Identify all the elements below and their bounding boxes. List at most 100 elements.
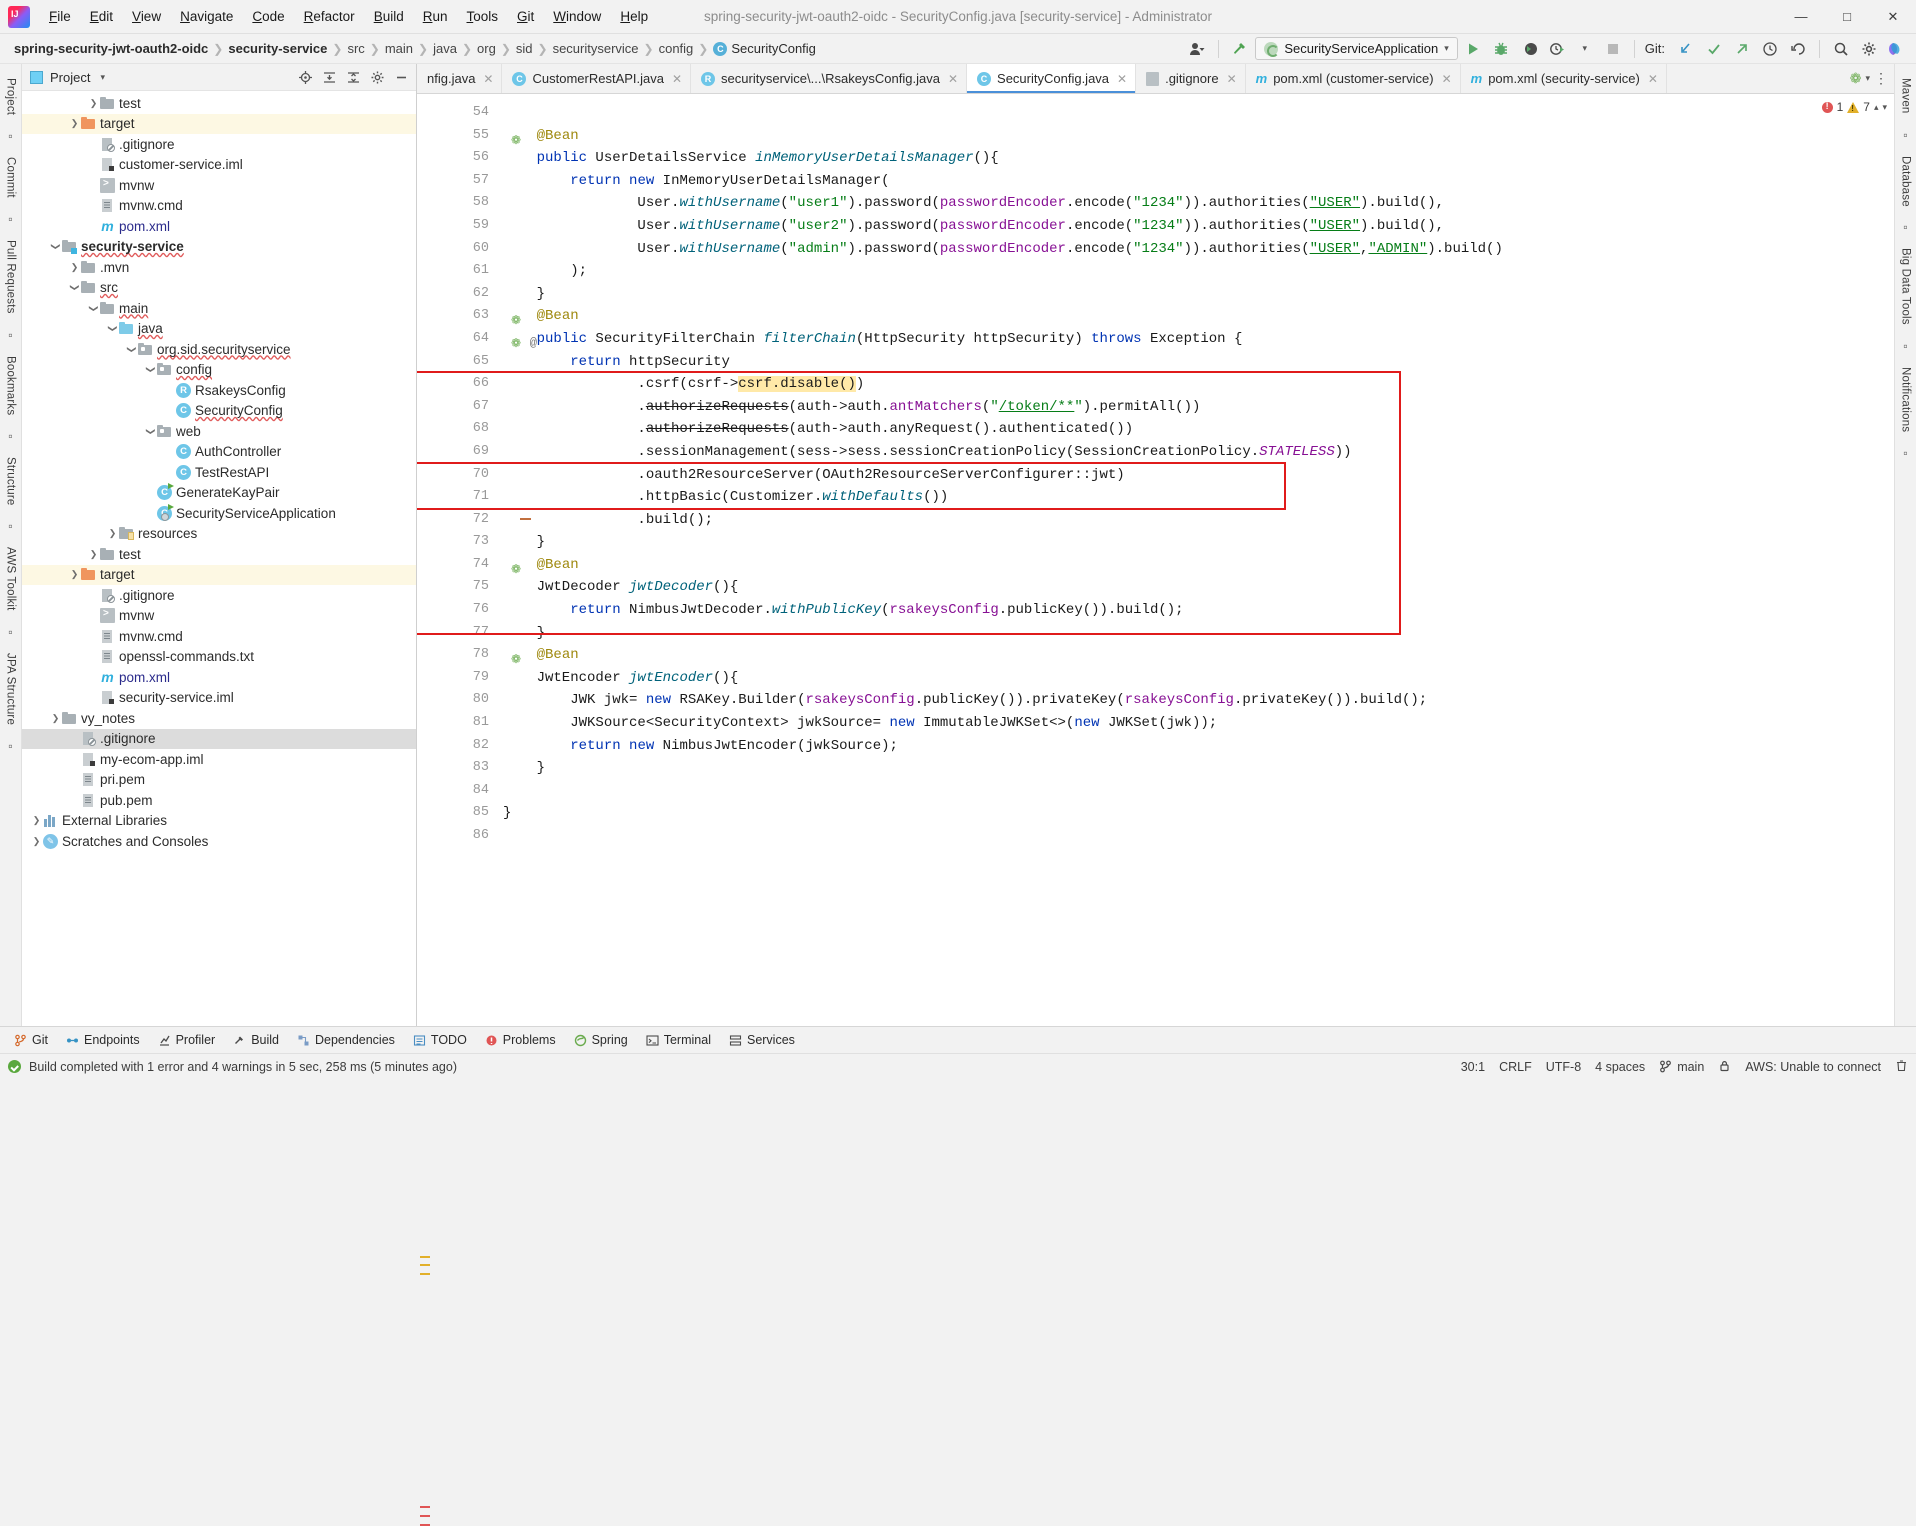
- tool-window-services[interactable]: Services: [721, 1030, 803, 1050]
- line-number[interactable]: 76: [417, 599, 497, 622]
- chevron-right-icon[interactable]: ❯: [68, 118, 81, 129]
- code-line[interactable]: }: [497, 802, 1894, 825]
- git-commit-icon[interactable]: [1701, 37, 1727, 61]
- hide-panel-icon[interactable]: [390, 66, 412, 88]
- breadcrumb-item-security-service[interactable]: security-service: [224, 39, 331, 58]
- line-number[interactable]: 81: [417, 712, 497, 735]
- code-line[interactable]: return httpSecurity: [497, 351, 1894, 374]
- line-number[interactable]: 56: [417, 147, 497, 170]
- menu-code[interactable]: Code: [243, 5, 293, 28]
- tree-node[interactable]: ❯ test: [22, 544, 416, 565]
- line-number[interactable]: 66: [417, 373, 497, 396]
- line-number[interactable]: 55 ❁: [417, 125, 521, 148]
- git-push-icon[interactable]: [1729, 37, 1755, 61]
- stop-icon[interactable]: [1600, 37, 1626, 61]
- line-number[interactable]: 63 ❁: [417, 305, 521, 328]
- chevron-down-icon[interactable]: ❯: [126, 343, 137, 356]
- tool-window-endpoints[interactable]: Endpoints: [58, 1030, 148, 1050]
- line-number[interactable]: 84: [417, 780, 497, 803]
- line-number[interactable]: 60: [417, 238, 497, 261]
- menu-tools[interactable]: Tools: [458, 5, 508, 28]
- breadcrumb-item-java[interactable]: java: [429, 39, 461, 58]
- menu-navigate[interactable]: Navigate: [171, 5, 242, 28]
- rail-item-project[interactable]: Project: [5, 70, 17, 123]
- editor-tab-securityconfig-java[interactable]: C SecurityConfig.java ✕: [967, 64, 1137, 93]
- editor-tab-customerrestapi-java[interactable]: C CustomerRestAPI.java ✕: [502, 64, 692, 93]
- editor-tab-nfig-java[interactable]: nfig.java ✕: [417, 64, 503, 93]
- code-line[interactable]: [497, 102, 1894, 125]
- run-icon[interactable]: [1460, 37, 1486, 61]
- breadcrumb-item-org[interactable]: org: [473, 39, 500, 58]
- tree-node[interactable]: mvnw.cmd: [22, 626, 416, 647]
- code-line[interactable]: }: [497, 757, 1894, 780]
- tree-node[interactable]: my-ecom-app.iml: [22, 749, 416, 770]
- git-update-icon[interactable]: [1673, 37, 1699, 61]
- close-tab-icon[interactable]: ✕: [1227, 72, 1237, 86]
- tool-window-todo[interactable]: TODO: [405, 1030, 475, 1050]
- minimize-button[interactable]: —: [1778, 0, 1824, 34]
- line-number[interactable]: 72: [417, 509, 531, 532]
- code-content[interactable]: @Bean public UserDetailsService inMemory…: [497, 94, 1894, 1026]
- tree-node[interactable]: C TestRestAPI: [22, 462, 416, 483]
- line-number[interactable]: 59: [417, 215, 497, 238]
- line-number[interactable]: 65: [417, 351, 497, 374]
- tool-window-build[interactable]: Build: [225, 1030, 287, 1050]
- chevron-right-icon[interactable]: ❯: [106, 528, 119, 539]
- tree-node[interactable]: ❯ org.sid.securityservice: [22, 339, 416, 360]
- line-number[interactable]: 67: [417, 396, 497, 419]
- tree-node[interactable]: C SecurityConfig: [22, 401, 416, 422]
- tree-node[interactable]: ❯ target: [22, 564, 416, 585]
- code-viewport[interactable]: 54 55 ❁ 56 57 58 59 60 61 62 63 ❁ 64 ❁ @65 66 67 68 69 70 71…: [417, 94, 1894, 1026]
- indent-setting[interactable]: 4 spaces: [1595, 1060, 1645, 1074]
- chevron-down-icon[interactable]: ❯: [145, 425, 156, 438]
- close-tab-icon[interactable]: ✕: [483, 72, 493, 86]
- close-button[interactable]: ✕: [1870, 0, 1916, 34]
- tool-window-profiler[interactable]: Profiler: [150, 1030, 224, 1050]
- tool-window-spring[interactable]: Spring: [566, 1030, 636, 1050]
- code-line[interactable]: return NimbusJwtDecoder.withPublicKey(rs…: [497, 599, 1894, 622]
- tree-node[interactable]: ❯ test: [22, 93, 416, 114]
- code-line[interactable]: [497, 780, 1894, 803]
- tree-node[interactable]: mvnw: [22, 606, 416, 627]
- tree-node[interactable]: pri.pem: [22, 770, 416, 791]
- close-tab-icon[interactable]: ✕: [1442, 72, 1452, 86]
- ai-assistant-icon[interactable]: [1884, 37, 1910, 61]
- code-line[interactable]: return new InMemoryUserDetailsManager(: [497, 170, 1894, 193]
- code-line[interactable]: @Bean: [497, 305, 1894, 328]
- project-tree[interactable]: ❯ test ❯ target .gitignore customer-service.i…: [22, 91, 416, 1026]
- spring-context-icon[interactable]: ❁: [1850, 70, 1862, 87]
- rail-item-jpa-structure[interactable]: JPA Structure: [5, 645, 17, 733]
- menu-help[interactable]: Help: [611, 5, 657, 28]
- trash-icon[interactable]: [1895, 1059, 1908, 1075]
- code-line[interactable]: }: [497, 283, 1894, 306]
- line-number[interactable]: 80: [417, 689, 497, 712]
- line-number[interactable]: 54: [417, 102, 497, 125]
- close-tab-icon[interactable]: ✕: [1117, 72, 1127, 86]
- code-line[interactable]: );: [497, 260, 1894, 283]
- rail-item-maven[interactable]: Maven: [1900, 70, 1912, 122]
- line-number[interactable]: 69: [417, 441, 497, 464]
- rail-item-notifications[interactable]: Notifications: [1900, 359, 1912, 440]
- code-line[interactable]: }: [497, 531, 1894, 554]
- rail-item-commit[interactable]: Commit: [5, 149, 17, 206]
- rail-item-bookmarks[interactable]: Bookmarks: [5, 348, 17, 423]
- line-number[interactable]: 77: [417, 622, 497, 645]
- line-number[interactable]: 79: [417, 667, 497, 690]
- menu-window[interactable]: Window: [544, 5, 610, 28]
- editor-tab--gitignore[interactable]: .gitignore ✕: [1136, 64, 1246, 93]
- rail-item-pull-requests[interactable]: Pull Requests: [5, 232, 17, 322]
- rail-item-aws-toolkit[interactable]: AWS Toolkit: [5, 539, 17, 619]
- expand-all-icon[interactable]: [318, 66, 340, 88]
- hammer-build-icon[interactable]: [1227, 37, 1253, 61]
- git-branch[interactable]: main: [1659, 1060, 1704, 1074]
- code-line[interactable]: .oauth2ResourceServer(OAuth2ResourceServ…: [497, 464, 1894, 487]
- git-history-icon[interactable]: [1757, 37, 1783, 61]
- chevron-down-icon[interactable]: ❯: [88, 302, 99, 315]
- tree-node[interactable]: ❯ src: [22, 278, 416, 299]
- tool-window-terminal[interactable]: Terminal: [638, 1030, 719, 1050]
- menu-refactor[interactable]: Refactor: [295, 5, 364, 28]
- editor-tab-securityservice-rsakeysconfig-java[interactable]: Rsecurityservice\...\RsakeysConfig.java ✕: [691, 64, 968, 93]
- code-line[interactable]: return new NimbusJwtEncoder(jwkSource);: [497, 735, 1894, 758]
- tool-window-problems[interactable]: Problems: [477, 1030, 564, 1050]
- editor-tab-pom-xml-security-service-[interactable]: m pom.xml (security-service) ✕: [1461, 64, 1667, 93]
